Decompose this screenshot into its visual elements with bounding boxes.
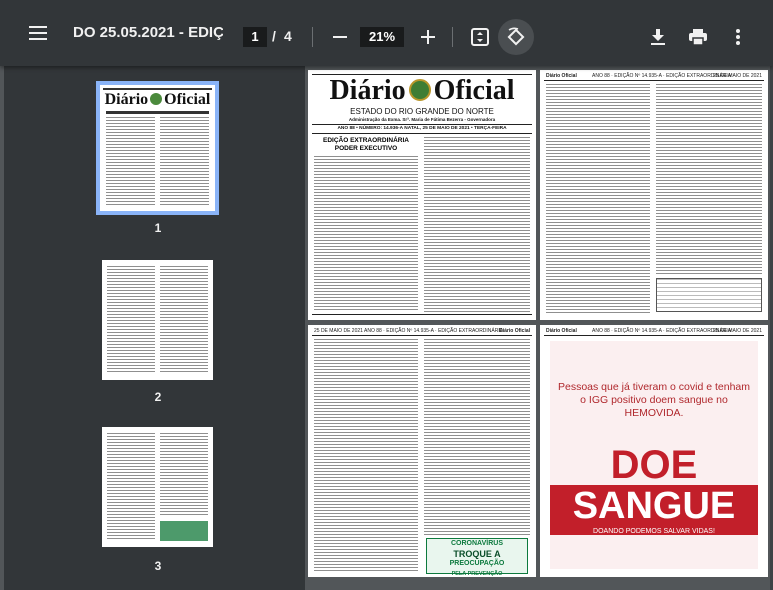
administration-line: Administração da Exma. Srª. Maria de Fát… — [348, 117, 496, 122]
pdf-toolbar: DO 25.05.2021 - EDIÇ... 1 / 4 21% — [0, 0, 773, 66]
sangue-headline: SANGUE — [572, 485, 736, 527]
masthead-rule — [312, 133, 532, 134]
thumbnail-text-column — [106, 117, 155, 205]
state-emblem-icon — [408, 79, 431, 101]
page-thumbnail-1[interactable]: Diário Oficial — [96, 81, 219, 215]
hamburger-menu-icon — [29, 26, 47, 40]
thumbnail-sidebar: Diário Oficial 1 2 3 — [4, 66, 305, 590]
zoom-level-input[interactable]: 21% — [360, 27, 404, 47]
download-icon — [651, 29, 665, 45]
fit-page-icon — [471, 28, 489, 46]
pdf-page-1: Diário Oficial ESTADO DO RIO GRANDE DO NO… — [308, 70, 536, 320]
zoom-out-button[interactable] — [322, 19, 358, 55]
print-button[interactable] — [680, 19, 716, 55]
covid-banner-line-4: PELA PREVENÇÃO — [451, 571, 503, 577]
page-total: 4 — [284, 28, 292, 44]
more-vertical-icon — [736, 29, 740, 45]
thumbnail-text-column — [160, 117, 209, 205]
covid-prevention-banner: CORONAVÍRUS TROQUE A PREOCUPAÇÃO PELA PR… — [426, 538, 528, 577]
pdf-page-3: 25 DE MAIO DE 2021 ANO 88 · EDIÇÃO Nº 14… — [308, 325, 536, 577]
thumbnail-text-column — [160, 266, 208, 374]
printer-icon — [689, 29, 707, 45]
thumbnail-text-column — [160, 433, 208, 517]
fit-to-page-button[interactable] — [462, 19, 498, 55]
thumbnail-label-3: 3 — [154, 559, 162, 573]
thumbnail-covid-banner — [160, 521, 208, 541]
covid-banner-line-3: PREOCUPAÇÃO — [449, 560, 505, 567]
rotate-icon — [507, 27, 525, 46]
covid-banner-line-2: TROQUE A — [453, 549, 501, 559]
issue-line: ANO 88 • NÚMERO: 14.936-A NATAL, 25 DE M… — [337, 126, 507, 131]
page-header-left: Diário Oficial — [546, 328, 577, 334]
text-column — [424, 339, 530, 535]
plus-icon — [421, 30, 435, 44]
masthead-title: Diário Oficial — [329, 75, 515, 106]
covid-banner-line-1: CORONAVÍRUS — [451, 540, 503, 547]
state-name: ESTADO DO RIO GRANDE DO NORTE — [350, 107, 494, 116]
page-header-center: ANO 88 · EDIÇÃO Nº 14.935-A · EDIÇÃO EXT… — [592, 328, 732, 334]
data-table — [656, 278, 762, 312]
thumbnail-text-column — [107, 266, 155, 374]
page-number-input[interactable]: 1 — [243, 27, 267, 47]
page-thumbnail-3[interactable] — [102, 427, 213, 547]
page-header-right: 25 DE MAIO DE 2021 — [713, 73, 762, 79]
pdf-page-4: Diário Oficial ANO 88 · EDIÇÃO Nº 14.935… — [540, 325, 768, 577]
doe-headline: DOE — [610, 443, 698, 487]
header-rule — [544, 335, 764, 336]
text-column — [314, 339, 418, 571]
more-options-button[interactable] — [720, 19, 756, 55]
rotate-button[interactable] — [498, 19, 534, 55]
text-column — [656, 84, 762, 274]
text-column — [546, 84, 650, 314]
pdf-page-2: Diário Oficial ANO 88 · EDIÇÃO Nº 14.935… — [540, 70, 768, 320]
document-viewer[interactable]: Diário Oficial ESTADO DO RIO GRANDE DO NO… — [305, 66, 773, 590]
thumbnail-rule — [106, 111, 209, 114]
download-button[interactable] — [640, 19, 676, 55]
page-header-left: 25 DE MAIO DE 2021 — [314, 328, 363, 334]
blood-donation-tagline: DOANDO PODEMOS SALVAR VIDAS! — [593, 528, 715, 535]
minus-icon — [333, 36, 347, 38]
page-header-right: 25 DE MAIO DE 2021 — [713, 328, 762, 334]
page-header-right: Diário Oficial — [499, 328, 530, 334]
text-column — [424, 137, 530, 312]
toolbar-divider — [452, 27, 453, 47]
page-header-center: ANO 88 · EDIÇÃO Nº 14.935-A · EDIÇÃO EXT… — [592, 73, 732, 79]
thumbnail-label-1: 1 — [154, 221, 162, 235]
blood-donation-message: Pessoas que já tiveram o covid e tenham … — [557, 381, 751, 419]
thumbnail-rule — [103, 88, 212, 90]
page-header-center: ANO 88 · EDIÇÃO Nº 14.935-A · EDIÇÃO EXT… — [364, 328, 504, 334]
thumbnail-masthead: Diário Oficial — [104, 91, 211, 108]
edition-label: EDIÇÃO EXTRAORDINÁRIA — [323, 137, 409, 144]
page-header-left: Diário Oficial — [546, 73, 577, 79]
masthead-rule — [312, 124, 532, 125]
zoom-in-button[interactable] — [410, 19, 446, 55]
thumbnail-text-column — [107, 433, 155, 541]
page-thumbnail-2[interactable] — [102, 260, 213, 380]
page-separator: / — [272, 28, 276, 44]
footer-rule — [312, 314, 532, 315]
document-title: DO 25.05.2021 - EDIÇ... — [73, 24, 223, 41]
branch-label: PODER EXECUTIVO — [334, 145, 398, 152]
menu-button[interactable] — [20, 15, 56, 51]
toolbar-divider — [312, 27, 313, 47]
header-rule — [312, 335, 532, 336]
header-rule — [544, 80, 764, 81]
text-column — [314, 156, 418, 312]
thumbnail-label-2: 2 — [154, 390, 162, 404]
